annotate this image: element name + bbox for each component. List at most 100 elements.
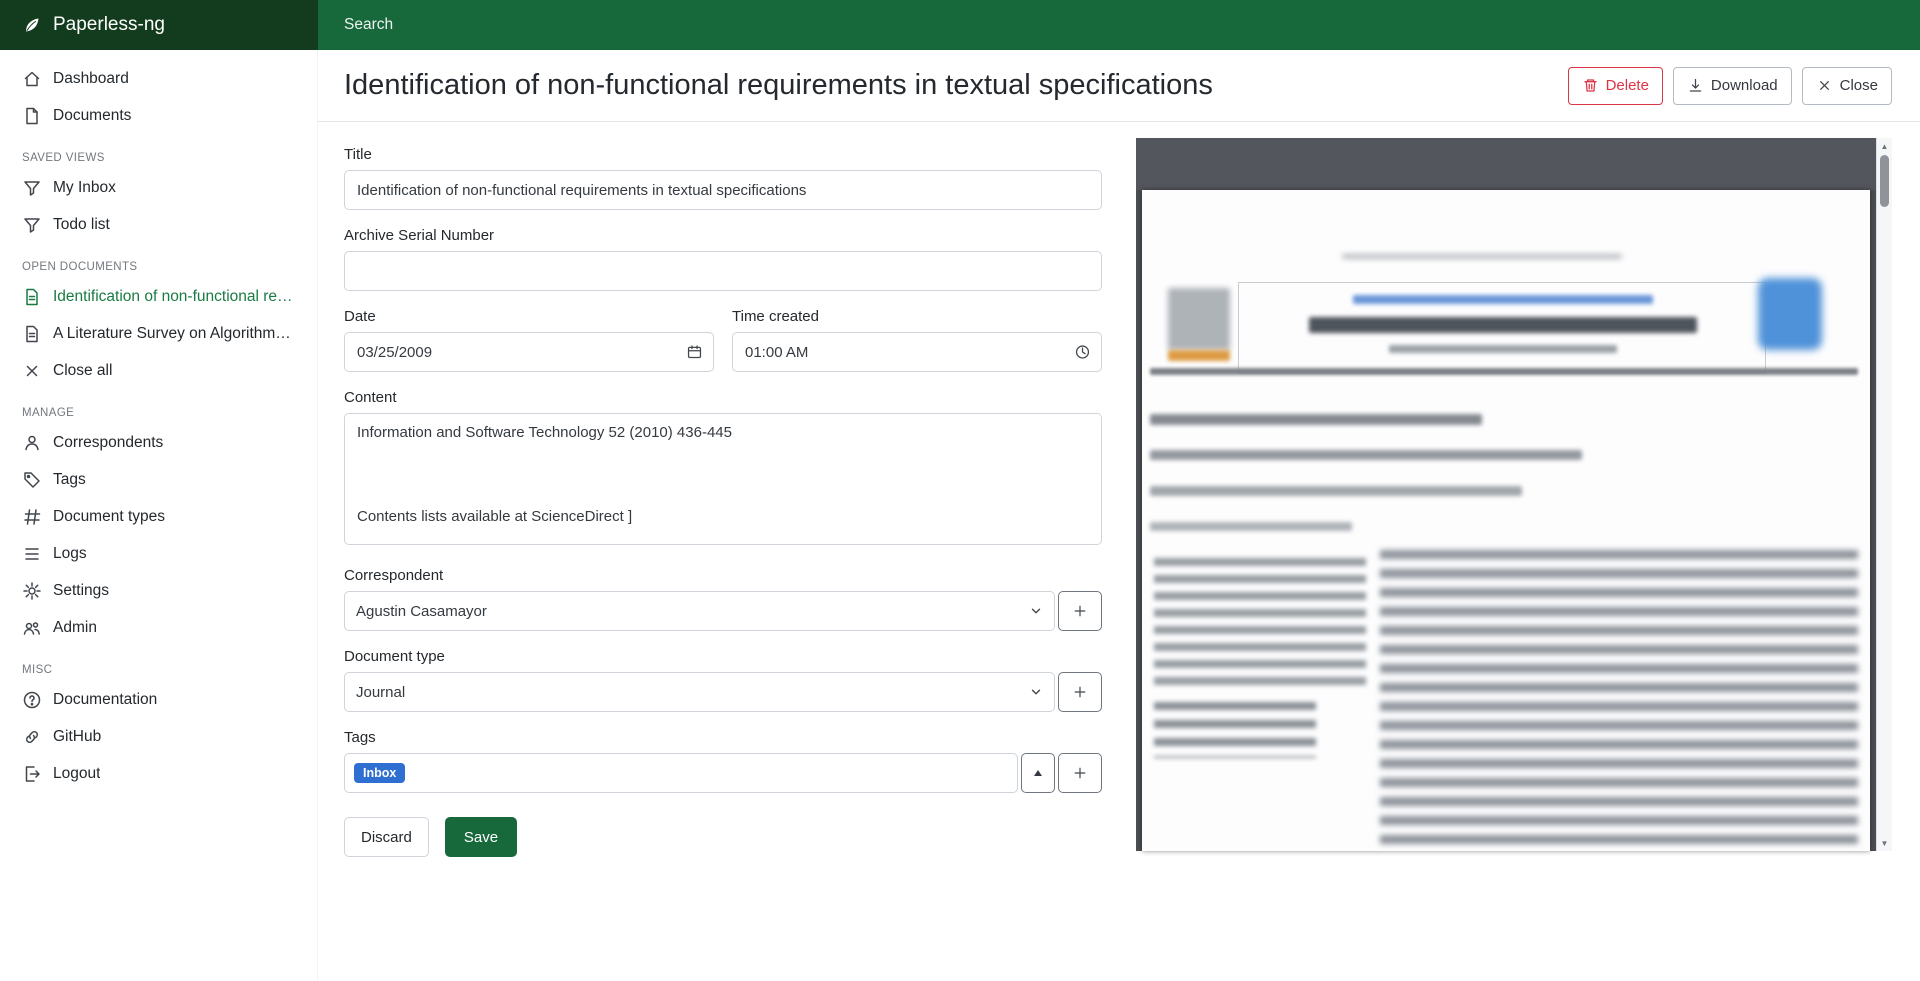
- pdf-page: [1142, 190, 1870, 851]
- close-button[interactable]: Close: [1802, 67, 1892, 105]
- sidebar-item-logs[interactable]: Logs: [0, 535, 317, 572]
- search-input[interactable]: [344, 16, 1429, 34]
- time-created-label: Time created: [732, 308, 1102, 325]
- funnel-icon: [22, 215, 42, 235]
- correspondent-selected-value: Agustin Casamayor: [356, 603, 487, 620]
- sidebar-item-todo-list[interactable]: Todo list: [0, 206, 317, 243]
- sidebar-item-documentation[interactable]: Documentation: [0, 681, 317, 718]
- funnel-icon: [22, 178, 42, 198]
- plus-icon: [1072, 603, 1088, 619]
- download-icon: [1687, 77, 1704, 94]
- archive-serial-number-label: Archive Serial Number: [344, 227, 1102, 244]
- pdf-blur-title-line-1: [1150, 414, 1482, 425]
- add-document-type-button[interactable]: [1058, 672, 1102, 712]
- pdf-blur-stamp: [1758, 278, 1822, 350]
- sidebar-item-documents[interactable]: Documents: [0, 97, 317, 134]
- sidebar-item-logout[interactable]: Logout: [0, 755, 317, 792]
- pdf-blur-logo-strip: [1168, 350, 1230, 361]
- question-icon: [22, 690, 42, 710]
- sidebar-item-close-all[interactable]: Close all: [0, 352, 317, 389]
- delete-button[interactable]: Delete: [1568, 67, 1663, 105]
- sidebar-item-label: Settings: [53, 582, 109, 600]
- sidebar-item-label: Logs: [53, 545, 87, 563]
- document-header: Identification of non-functional require…: [318, 50, 1920, 122]
- download-button[interactable]: Download: [1673, 67, 1792, 105]
- download-button-label: Download: [1711, 77, 1778, 94]
- add-tag-button[interactable]: [1058, 753, 1102, 793]
- sidebar-item-admin[interactable]: Admin: [0, 609, 317, 646]
- pdf-blur-abstract-block: [1380, 550, 1858, 846]
- sidebar-item-label: Documents: [53, 107, 131, 125]
- title-input[interactable]: [344, 170, 1102, 210]
- pdf-blur-affiliation-line: [1150, 522, 1352, 531]
- sidebar-item-label: Logout: [53, 765, 100, 783]
- document-type-select[interactable]: Journal: [344, 672, 1055, 712]
- trash-icon: [1582, 77, 1599, 94]
- sidebar-item-dashboard[interactable]: Dashboard: [0, 60, 317, 97]
- app-title: Paperless-ng: [53, 14, 165, 36]
- document-type-selected-value: Journal: [356, 684, 405, 701]
- pdf-blur-journal-link: [1353, 295, 1653, 304]
- tags-input[interactable]: Inbox: [344, 753, 1018, 793]
- tags-label: Tags: [344, 729, 1102, 746]
- gear-icon: [22, 581, 42, 601]
- discard-button[interactable]: Discard: [344, 817, 429, 857]
- sidebar-section-open-documents: OPEN DOCUMENTS: [0, 261, 317, 273]
- date-field: Date: [344, 308, 714, 372]
- document-type-label: Document type: [344, 648, 1102, 665]
- pdf-preview: ▲ ▼: [1136, 138, 1892, 851]
- sidebar-item-label: A Literature Survey on Algorithms for Mu…: [53, 325, 295, 343]
- tags-dropdown-button[interactable]: [1021, 753, 1055, 793]
- scroll-thumb[interactable]: [1880, 155, 1889, 207]
- time-created-field: Time created: [732, 308, 1102, 372]
- file-icon: [22, 106, 42, 126]
- scroll-down-arrow[interactable]: ▼: [1877, 836, 1892, 850]
- main-content: Identification of non-functional require…: [318, 50, 1920, 981]
- content-textarea[interactable]: Information and Software Technology 52 (…: [344, 413, 1102, 545]
- form-actions: Discard Save: [344, 810, 1102, 857]
- users-icon: [22, 618, 42, 638]
- document-edit-form: Title Archive Serial Number Date Time cr…: [344, 146, 1102, 857]
- archive-serial-number-input[interactable]: [344, 251, 1102, 291]
- tag-badge[interactable]: Inbox: [354, 763, 405, 784]
- sidebar-open-doc-2[interactable]: A Literature Survey on Algorithms for Mu…: [0, 315, 317, 352]
- sidebar-item-correspondents[interactable]: Correspondents: [0, 424, 317, 461]
- close-icon: [22, 361, 42, 381]
- sidebar-item-label: Admin: [53, 619, 97, 637]
- sidebar-section-saved-views: SAVED VIEWS: [0, 152, 317, 164]
- pdf-blur-keywords-block: [1154, 702, 1316, 758]
- sidebar-open-doc-1[interactable]: Identification of non-functional require…: [0, 278, 317, 315]
- date-input[interactable]: [344, 332, 714, 372]
- sidebar: Dashboard Documents SAVED VIEWS My Inbox…: [0, 50, 318, 981]
- sidebar-item-label: Correspondents: [53, 434, 163, 452]
- correspondent-select[interactable]: Agustin Casamayor: [344, 591, 1055, 631]
- sidebar-item-label: Identification of non-functional require…: [53, 288, 295, 306]
- sidebar-item-document-types[interactable]: Document types: [0, 498, 317, 535]
- save-button[interactable]: Save: [445, 817, 517, 857]
- sidebar-item-settings[interactable]: Settings: [0, 572, 317, 609]
- sidebar-item-label: Document types: [53, 508, 165, 526]
- pdf-blur-title-line-2: [1150, 450, 1582, 460]
- search-bar: [318, 0, 1920, 50]
- sidebar-item-my-inbox[interactable]: My Inbox: [0, 169, 317, 206]
- sidebar-item-tags[interactable]: Tags: [0, 461, 317, 498]
- hash-icon: [22, 507, 42, 527]
- sidebar-item-github[interactable]: GitHub: [0, 718, 317, 755]
- correspondent-label: Correspondent: [344, 567, 1102, 584]
- chevron-down-icon: [1029, 685, 1043, 699]
- plus-icon: [1072, 684, 1088, 700]
- page-title: Identification of non-functional require…: [344, 69, 1213, 102]
- pdf-blur-journal-subtitle: [1389, 345, 1617, 353]
- app-brand[interactable]: Paperless-ng: [0, 0, 318, 50]
- sidebar-item-label: Tags: [53, 471, 86, 489]
- add-correspondent-button[interactable]: [1058, 591, 1102, 631]
- content-label: Content: [344, 389, 1102, 406]
- scroll-up-arrow[interactable]: ▲: [1877, 139, 1892, 153]
- caret-up-icon: [1034, 770, 1042, 776]
- sidebar-item-label: Todo list: [53, 216, 110, 234]
- time-created-input[interactable]: [732, 332, 1102, 372]
- pdf-scrollbar[interactable]: ▲ ▼: [1876, 138, 1892, 851]
- pdf-toolbar: [1136, 138, 1876, 190]
- close-button-label: Close: [1840, 77, 1878, 94]
- tag-icon: [22, 470, 42, 490]
